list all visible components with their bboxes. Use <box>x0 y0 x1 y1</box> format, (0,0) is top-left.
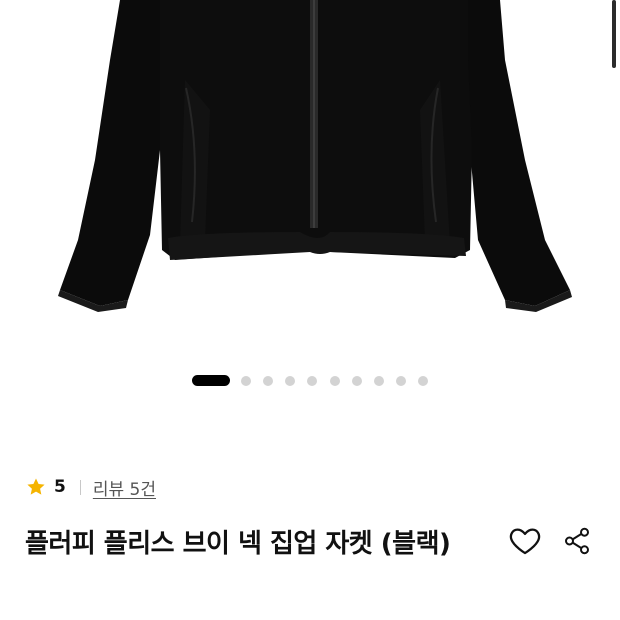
pagination-dot[interactable] <box>307 376 317 386</box>
scrollbar[interactable] <box>612 0 616 68</box>
heart-icon <box>508 524 542 561</box>
pagination-dot-active[interactable] <box>192 375 230 386</box>
share-icon <box>562 526 592 559</box>
pagination-dot[interactable] <box>263 376 273 386</box>
pagination-dot[interactable] <box>330 376 340 386</box>
review-count-link[interactable]: 리뷰 5건 <box>93 475 156 500</box>
star-icon <box>26 477 46 497</box>
image-pagination <box>0 375 620 387</box>
pagination-dot[interactable] <box>241 376 251 386</box>
rating-value: 5 <box>54 477 66 497</box>
product-title: 플러피 플리스 브이 넥 집업 자켓 (블랙) <box>25 529 451 559</box>
pagination-dot[interactable] <box>396 376 406 386</box>
pagination-dot[interactable] <box>374 376 384 386</box>
pagination-dot[interactable] <box>418 376 428 386</box>
product-image[interactable] <box>0 0 620 355</box>
like-button[interactable] <box>505 522 545 562</box>
pagination-dot[interactable] <box>285 376 295 386</box>
rating-row: 5 리뷰 5건 <box>26 474 156 500</box>
share-button[interactable] <box>557 522 597 562</box>
pagination-dot[interactable] <box>352 376 362 386</box>
divider <box>79 479 81 495</box>
jacket-photo <box>58 0 572 312</box>
